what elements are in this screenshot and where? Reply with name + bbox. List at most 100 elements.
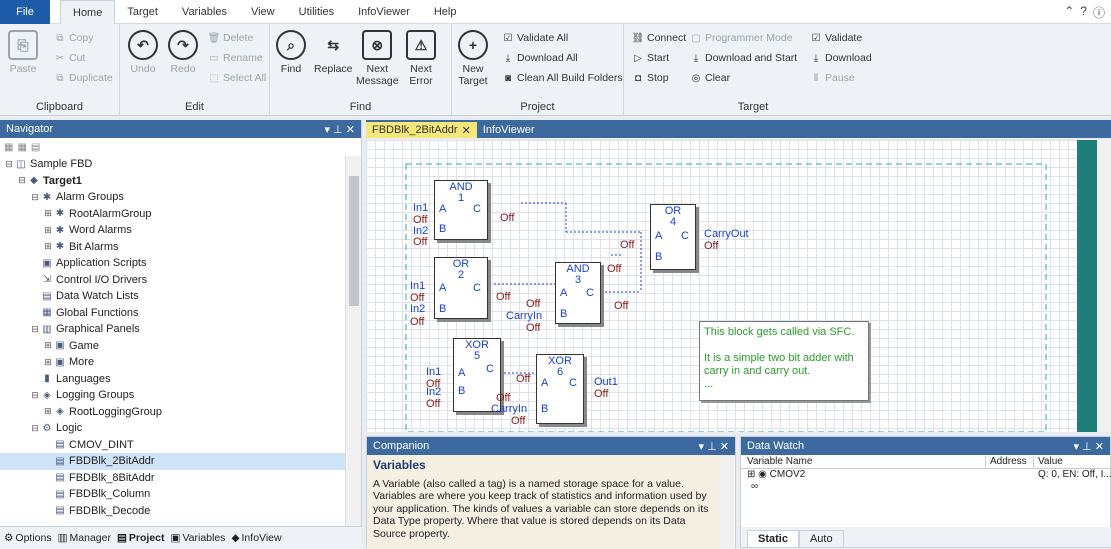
dropdown-icon[interactable]: ▾ — [1074, 441, 1080, 453]
expand-toggle-icon[interactable]: ⊟ — [4, 159, 14, 170]
scrollbar-thumb[interactable] — [349, 176, 359, 306]
collapse-ribbon-icon[interactable]: ⌃ — [1064, 4, 1074, 21]
table-row[interactable]: ⊞ ◉ CMOV2 Q: 0, EN: Off, I... — [741, 469, 1111, 480]
expand-toggle-icon[interactable]: ⊟ — [30, 423, 40, 434]
download-and-start-button[interactable]: ⤓ Download and Start — [690, 52, 797, 64]
tree-item[interactable]: ⊟ ◆ Target1 — [0, 173, 345, 190]
editor-scrollbar[interactable] — [1097, 140, 1111, 432]
cut-button[interactable]: ✂ Cut — [54, 52, 86, 64]
close-icon[interactable]: ✕ — [1095, 441, 1104, 453]
find-button[interactable]: ⌕ Find — [276, 30, 306, 75]
tree-item[interactable]: ⊟ ◫ Sample FBD — [0, 156, 345, 173]
tree-item[interactable]: ⊞ ▣ Game — [0, 338, 345, 355]
tree-item[interactable]: ⊞ ✱ Bit Alarms — [0, 239, 345, 256]
redo-button[interactable]: ↷ Redo — [168, 30, 198, 75]
tree-item[interactable]: ⊟ ⚙ Logic — [0, 420, 345, 437]
stop-button[interactable]: ◘ Stop — [632, 72, 669, 84]
tree-item[interactable]: ▤ Data Watch Lists — [0, 288, 345, 305]
pause-button[interactable]: Ⅱ Pause — [810, 72, 855, 84]
duplicate-button[interactable]: ⧉ Duplicate — [54, 72, 112, 84]
expand-toggle-icon[interactable]: ⊞ — [43, 241, 53, 252]
help-icon[interactable]: ? — [1080, 4, 1087, 21]
connect-button[interactable]: ⛓ Connect — [632, 32, 686, 44]
paste-button[interactable]: ⎘ Paste — [8, 30, 38, 75]
new-target-button[interactable]: + New Target — [458, 30, 488, 87]
tree-item[interactable]: ▤ FBDBlk_Column — [0, 486, 345, 503]
start-button[interactable]: ▷ Start — [632, 52, 669, 64]
fbd-block-or-4[interactable]: OR 4 A B C — [650, 204, 696, 270]
rename-button[interactable]: ▭ Rename — [208, 52, 262, 64]
tab-fbdblk-2bitaddr[interactable]: FBDBlk_2BitAddr ✕ — [366, 122, 477, 138]
replace-button[interactable]: ⇆ Replace — [314, 30, 353, 75]
close-icon[interactable]: ✕ — [346, 124, 355, 136]
tab-variables-nav[interactable]: ▣ Variables — [171, 532, 226, 544]
col-address[interactable]: Address — [986, 456, 1034, 468]
expand-toggle-icon[interactable]: ⊞ — [43, 208, 53, 219]
tree-item[interactable]: ⇲ Control I/O Drivers — [0, 272, 345, 289]
dropdown-icon[interactable]: ▾ — [699, 441, 705, 453]
sort-icon[interactable]: ▤ — [31, 142, 40, 153]
delete-button[interactable]: 🗑 Delete — [208, 32, 254, 44]
tree-item[interactable]: ▣ Application Scripts — [0, 255, 345, 272]
tree-item[interactable]: ▤ FBDBlk_2BitAddr — [0, 453, 345, 470]
download-all-button[interactable]: ⤓ Download All — [502, 52, 578, 64]
pin-icon[interactable]: ⊥ — [333, 124, 343, 136]
tab-infoviewer-doc[interactable]: InfoViewer — [477, 122, 541, 138]
pin-icon[interactable]: ⊥ — [707, 441, 717, 453]
tab-help[interactable]: Help — [422, 0, 469, 24]
fbd-block-xor-6[interactable]: XOR 6 A B C — [536, 354, 584, 424]
select-all-button[interactable]: ⬚ Select All — [208, 72, 266, 84]
tab-infoviewer[interactable]: InfoViewer — [346, 0, 422, 24]
tree-item[interactable]: ▤ CMOV_DINT — [0, 437, 345, 454]
clear-button[interactable]: ◎ Clear — [690, 72, 730, 84]
next-message-button[interactable]: ⊗ Next Message — [356, 30, 399, 87]
close-tab-icon[interactable]: ✕ — [462, 124, 471, 137]
collapse-all-icon[interactable]: ▦ — [17, 142, 26, 153]
tab-infoview[interactable]: ◆ InfoView — [231, 532, 281, 544]
expand-all-icon[interactable]: ▦ — [4, 142, 13, 153]
tree-item[interactable]: ▮ Languages — [0, 371, 345, 388]
tab-target[interactable]: Target — [115, 0, 170, 24]
expand-toggle-icon[interactable]: ⊟ — [17, 175, 27, 186]
info-icon[interactable]: ⓘ — [1093, 4, 1105, 21]
expand-toggle-icon[interactable]: ⊟ — [30, 390, 40, 401]
col-variable-name[interactable]: Variable Name — [741, 456, 986, 468]
pin-icon[interactable]: ⊥ — [1082, 441, 1092, 453]
col-value[interactable]: Value — [1034, 456, 1111, 468]
tree-item[interactable]: ⊞ ◈ RootLoggingGroup — [0, 404, 345, 421]
undo-button[interactable]: ↶ Undo — [128, 30, 158, 75]
clean-all-button[interactable]: ◙ Clean All Build Folders — [502, 72, 623, 84]
fbd-block-or-2[interactable]: OR 2 A B C — [434, 257, 488, 319]
tree-item[interactable]: ⊞ ▣ More — [0, 354, 345, 371]
comment-note[interactable]: This block gets called via SFC. It is a … — [699, 321, 869, 401]
expand-toggle-icon[interactable]: ⊞ — [43, 357, 53, 368]
tree-item[interactable]: ⊟ ▥ Graphical Panels — [0, 321, 345, 338]
tab-utilities[interactable]: Utilities — [287, 0, 346, 24]
expand-toggle-icon[interactable]: ⊞ — [43, 406, 53, 417]
next-error-button[interactable]: ⚠ Next Error — [406, 30, 436, 87]
tree-item[interactable]: ▤ FBDBlk_8BitAddr — [0, 470, 345, 487]
tree-item[interactable]: ⊟ ◈ Logging Groups — [0, 387, 345, 404]
tree-item[interactable]: ⊞ ✱ Word Alarms — [0, 222, 345, 239]
expand-toggle-icon[interactable]: ⊞ — [43, 225, 53, 236]
dropdown-icon[interactable]: ▾ — [325, 124, 331, 136]
tree-item[interactable]: ▤ FBDBlk_Decode — [0, 503, 345, 520]
tree-item[interactable]: ▦ Global Functions — [0, 305, 345, 322]
companion-scrollbar[interactable] — [719, 455, 735, 549]
tab-variables[interactable]: Variables — [170, 0, 239, 24]
tab-manager[interactable]: ▥ Manager — [58, 532, 111, 544]
file-menu[interactable]: File — [0, 0, 50, 24]
validate-all-button[interactable]: ☑ Validate All — [502, 32, 569, 44]
fbd-block-and-3[interactable]: AND 3 A B C — [555, 262, 601, 324]
tab-home[interactable]: Home — [60, 0, 116, 25]
navigator-scrollbar[interactable] — [345, 156, 361, 528]
expand-toggle-icon[interactable]: ⊟ — [30, 192, 40, 203]
expand-toggle-icon[interactable]: ⊟ — [30, 324, 40, 335]
fbd-block-xor-5[interactable]: XOR 5 A B C — [453, 338, 501, 412]
validate-button[interactable]: ☑ Validate — [810, 32, 863, 44]
tab-options[interactable]: ⚙ Options — [4, 532, 52, 544]
download-button[interactable]: ⤓ Download — [810, 52, 872, 64]
tree-item[interactable]: ⊟ ✱ Alarm Groups — [0, 189, 345, 206]
tab-view[interactable]: View — [239, 0, 287, 24]
tab-static[interactable]: Static — [747, 530, 799, 547]
